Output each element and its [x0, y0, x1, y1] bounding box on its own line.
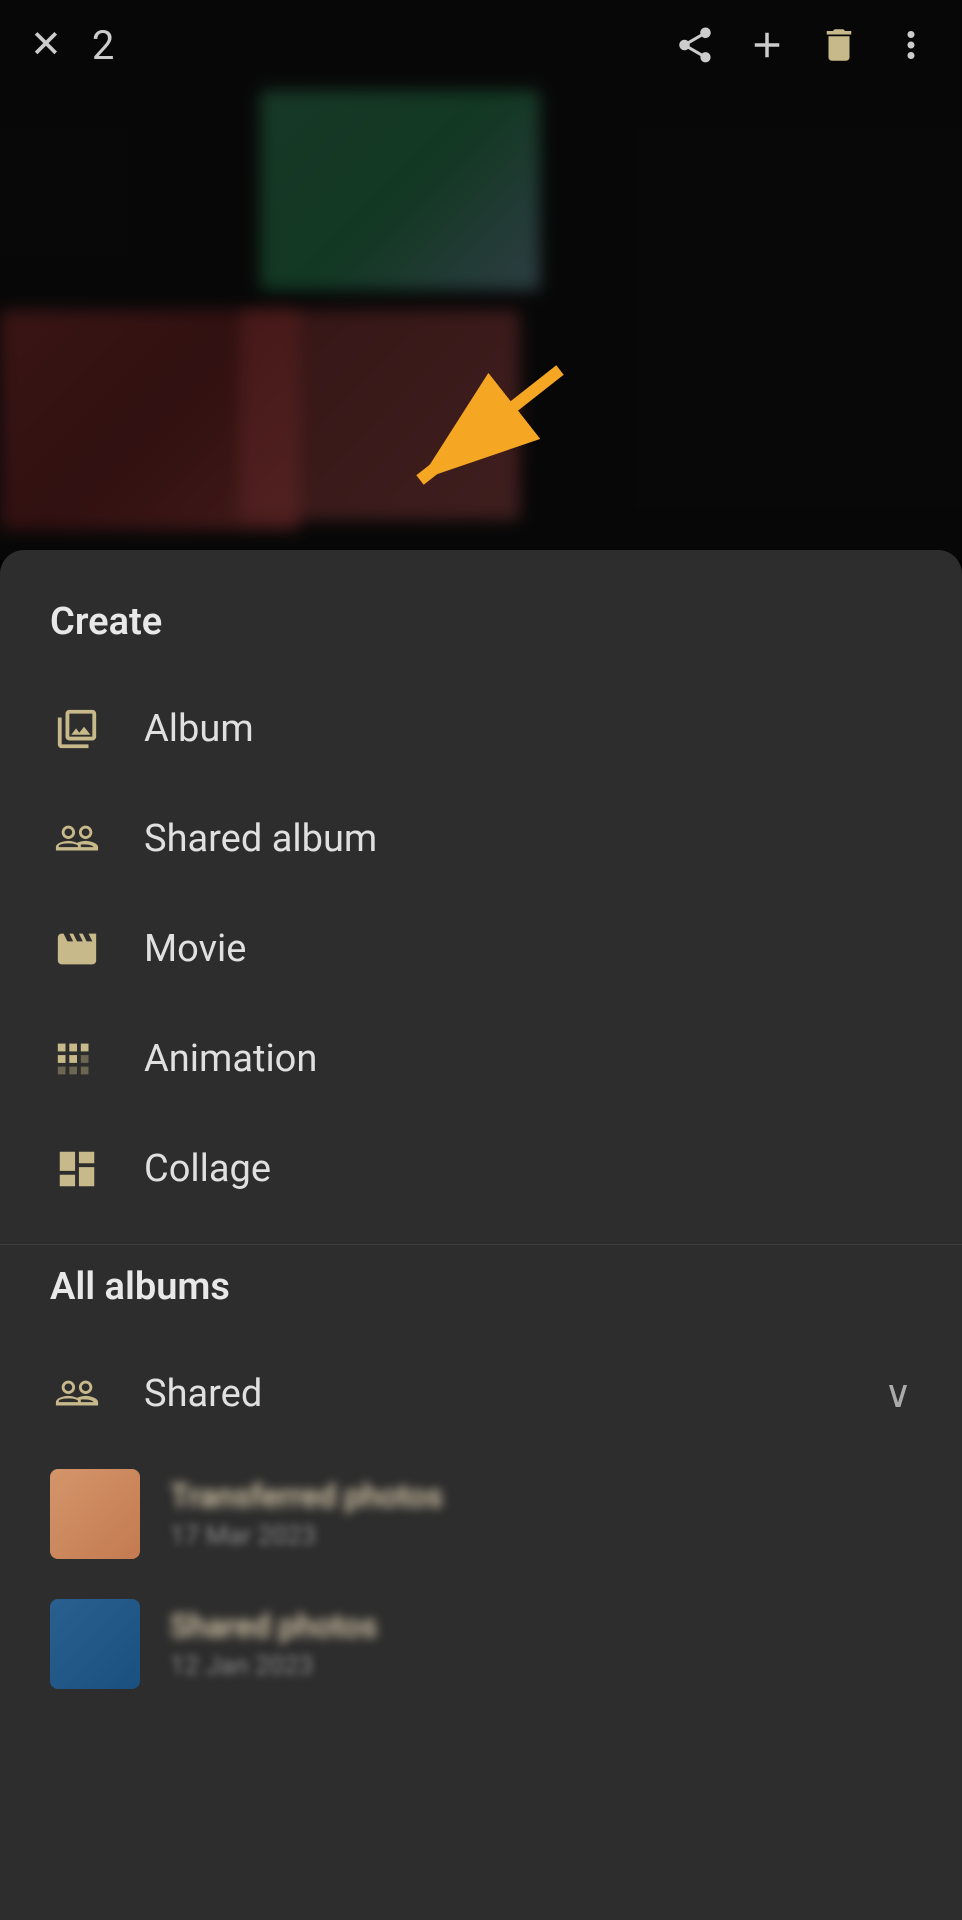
- album-info-2: Shared photos 12 Jan 2023: [170, 1607, 377, 1681]
- collage-menu-item[interactable]: Collage: [0, 1114, 962, 1224]
- more-button[interactable]: [890, 24, 932, 66]
- chevron-down-icon[interactable]: ∨: [884, 1372, 912, 1417]
- animation-label: Animation: [144, 1037, 317, 1081]
- share-button[interactable]: [674, 24, 716, 66]
- movie-menu-item[interactable]: Movie: [0, 894, 962, 1004]
- shared-album-label: Shared album: [144, 817, 377, 861]
- album-thumb-2: [50, 1599, 140, 1689]
- add-button[interactable]: [746, 24, 788, 66]
- album-item-2[interactable]: Shared photos 12 Jan 2023: [0, 1579, 962, 1709]
- album-date-1: 17 Mar 2023: [170, 1521, 443, 1551]
- album-thumb-1: [50, 1469, 140, 1559]
- album-date-2: 12 Jan 2023: [170, 1651, 377, 1681]
- selection-count: 2: [92, 22, 114, 69]
- collage-icon: [50, 1142, 104, 1196]
- bottom-sheet: Create Album Shared album Movie: [0, 550, 962, 1920]
- shared-album-menu-item[interactable]: Shared album: [0, 784, 962, 894]
- album-name-1: Transferred photos: [170, 1477, 443, 1515]
- movie-label: Movie: [144, 927, 246, 971]
- create-section-label: Create: [0, 600, 962, 674]
- shared-albums-row[interactable]: Shared ∨: [0, 1339, 962, 1449]
- top-bar: ✕ 2: [0, 0, 962, 90]
- delete-button[interactable]: [818, 24, 860, 66]
- all-albums-section-label: All albums: [0, 1265, 962, 1339]
- top-bar-left: ✕ 2: [30, 22, 114, 69]
- album-item-1[interactable]: Transferred photos 17 Mar 2023: [0, 1449, 962, 1579]
- album-name-2: Shared photos: [170, 1607, 377, 1645]
- shared-album-icon: [50, 812, 104, 866]
- album-label: Album: [144, 707, 254, 751]
- close-button[interactable]: ✕: [30, 26, 62, 64]
- animation-menu-item[interactable]: Animation: [0, 1004, 962, 1114]
- animation-icon: [50, 1032, 104, 1086]
- movie-icon: [50, 922, 104, 976]
- divider: [0, 1244, 962, 1245]
- album-icon: [50, 702, 104, 756]
- shared-row-left: Shared: [50, 1367, 262, 1421]
- album-info-1: Transferred photos 17 Mar 2023: [170, 1477, 443, 1551]
- shared-row-icon: [50, 1367, 104, 1421]
- shared-label: Shared: [144, 1372, 262, 1416]
- top-bar-right: [674, 24, 932, 66]
- album-menu-item[interactable]: Album: [0, 674, 962, 784]
- collage-label: Collage: [144, 1147, 271, 1191]
